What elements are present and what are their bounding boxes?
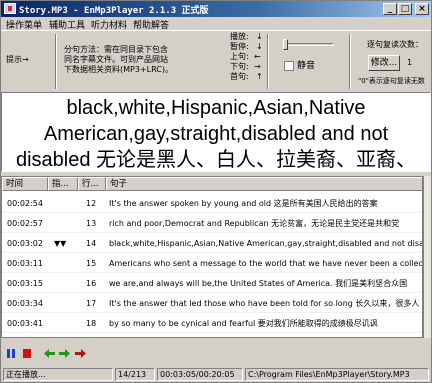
line-cell: 16 [86, 279, 97, 288]
menu-bar: 操作菜单 辅助工具 听力材料 帮助解答 [1, 17, 431, 31]
time-cell: 00:02:54 [7, 199, 43, 208]
arrow-right-icon: → [254, 62, 261, 71]
mark-cell [52, 194, 78, 213]
current-marker-icon: ▼▼ [54, 239, 67, 248]
previous-sentence-icon[interactable] [44, 349, 55, 358]
hint-label: 提示→ [6, 55, 29, 64]
playback-state: 正在播放... [3, 368, 113, 381]
subtitle-line: disabled 无论是黑人、白人、拉美裔、亚裔、 [15, 149, 417, 171]
close-button[interactable]: × [415, 3, 429, 15]
next-sentence-icon[interactable] [59, 349, 70, 358]
mark-cell [52, 274, 78, 293]
subtitle-line: black,white,Hispanic,Asian,Native [66, 97, 366, 119]
mark-cell [52, 214, 78, 233]
table-scrollbar[interactable] [423, 176, 431, 338]
arrow-up-icon: ↑ [256, 72, 263, 81]
subtitle-display: black,white,Hispanic,Asian,Native Americ… [1, 92, 431, 172]
line-cell: 18 [86, 319, 97, 328]
file-path: C:\Program Files\EnMp3Player\Story.MP3 [245, 368, 429, 381]
status-bar: 正在播放... 14/213 00:03:05/00:20:05 C:\Prog… [1, 367, 431, 383]
arrow-down-icon: ↓ [256, 32, 263, 41]
sentence-cell: Americans who sent a message to the worl… [109, 259, 422, 268]
table-header: 时间 指... 行... 句子 [2, 177, 422, 191]
window-title: Story.MP3 - EnMp3Player 2.1.3 正式版 [19, 6, 209, 16]
time-cell: 00:03:11 [7, 259, 43, 268]
line-cell: 14 [86, 239, 97, 248]
maximize-button[interactable]: □ [398, 3, 412, 15]
line-cell: 15 [86, 259, 97, 268]
mark-cell [52, 294, 78, 313]
divider [267, 34, 269, 89]
modify-button[interactable]: 修改... [368, 55, 400, 71]
table-row[interactable]: 00:02:57 13 rich and poor,Democrat and R… [2, 214, 422, 233]
time-cell: 00:03:34 [7, 299, 43, 308]
sentence-cell: we are,and always will be,the United Sta… [109, 279, 408, 288]
column-header-mark[interactable]: 指... [48, 177, 78, 191]
playback-controls [1, 346, 431, 362]
table-row[interactable]: 00:03:11 15 Americans who sent a message… [2, 254, 422, 273]
sentence-cell: by so many to be cynical and fearful 要对我… [109, 319, 378, 328]
line-cell: 17 [86, 299, 97, 308]
app-icon [4, 3, 16, 14]
subtitle-line: American,gay,straight,disabled and not [43, 123, 389, 145]
line-cell: 13 [86, 219, 97, 228]
minimize-button[interactable]: _ [383, 3, 397, 15]
mark-cell [52, 314, 78, 333]
key-first-label: 首句: [230, 72, 249, 81]
volume-slider-track[interactable] [284, 43, 334, 46]
split-desc-line: 同名字幕文件。可到产品网站 [64, 55, 168, 64]
sentence-cell: It's the answer spoken by young and old … [109, 199, 378, 208]
mute-checkbox[interactable] [284, 61, 294, 71]
stop-icon[interactable] [22, 349, 32, 358]
split-desc-line: 分句方法：需在同目录下包含 [64, 45, 168, 54]
sentence-cell: black,white,Hispanic,Asian,Native Americ… [109, 239, 422, 248]
arrow-down-icon: ↓ [256, 42, 263, 51]
table-row[interactable]: 00:03:15 16 we are,and always will be,th… [2, 274, 422, 293]
replay-icon[interactable] [75, 349, 86, 358]
sentence-cell: rich and poor,Democrat and Republican 无论… [109, 219, 400, 228]
table-row[interactable]: 00:02:54 12 It's the answer spoken by yo… [2, 194, 422, 213]
divider [349, 34, 351, 89]
repeat-count: 1 [407, 58, 413, 67]
time-cell: 00:03:41 [7, 319, 43, 328]
time-cell: 00:03:02 [7, 239, 43, 248]
mark-cell [52, 254, 78, 273]
table-row-current[interactable]: 00:03:02 ▼▼ 14 black,white,Hispanic,Asia… [2, 234, 422, 253]
table-row[interactable]: 00:03:41 18 by so many to be cynical and… [2, 314, 422, 333]
table-row[interactable]: 00:03:34 17 It's the answer that led tho… [2, 294, 422, 313]
repeat-note: "0"表示逐句复读无数 [358, 77, 425, 85]
title-bar[interactable]: Story.MP3 - EnMp3Player 2.1.3 正式版 _ □ × [1, 1, 431, 17]
key-play-label: 播放: [230, 32, 249, 41]
sentence-table: 时间 指... 行... 句子 00:02:54 12 It's the ans… [1, 176, 423, 338]
divider [55, 34, 57, 89]
key-pause-label: 暂停: [230, 42, 249, 51]
volume-slider-thumb[interactable] [283, 39, 288, 50]
pause-icon[interactable] [6, 349, 16, 358]
arrow-left-icon: ← [254, 52, 261, 61]
column-header-sentence[interactable]: 句子 [106, 177, 422, 191]
control-panel: 提示→ 分句方法：需在同目录下包含 同名字幕文件。可到产品网站 下数据相关资料(… [1, 30, 431, 92]
split-desc-line: 下数据相关资料(MP3+LRC)。 [64, 65, 173, 74]
time-cell: 00:03:15 [7, 279, 43, 288]
line-cell: 12 [86, 199, 97, 208]
time-cell: 00:02:57 [7, 219, 43, 228]
time-position: 00:03:05/00:20:05 [157, 368, 243, 381]
app-window: Story.MP3 - EnMp3Player 2.1.3 正式版 _ □ × … [0, 0, 432, 383]
key-prev-label: 上句: [230, 52, 249, 61]
sentence-cell: It's the answer that led those who have … [109, 299, 420, 308]
column-header-time[interactable]: 时间 [2, 177, 48, 191]
key-next-label: 下句: [230, 62, 249, 71]
column-header-line[interactable]: 行... [78, 177, 106, 191]
repeat-label: 逐句复读次数： [367, 40, 423, 49]
sentence-position: 14/213 [115, 368, 155, 381]
mute-label: 静音 [297, 61, 316, 71]
